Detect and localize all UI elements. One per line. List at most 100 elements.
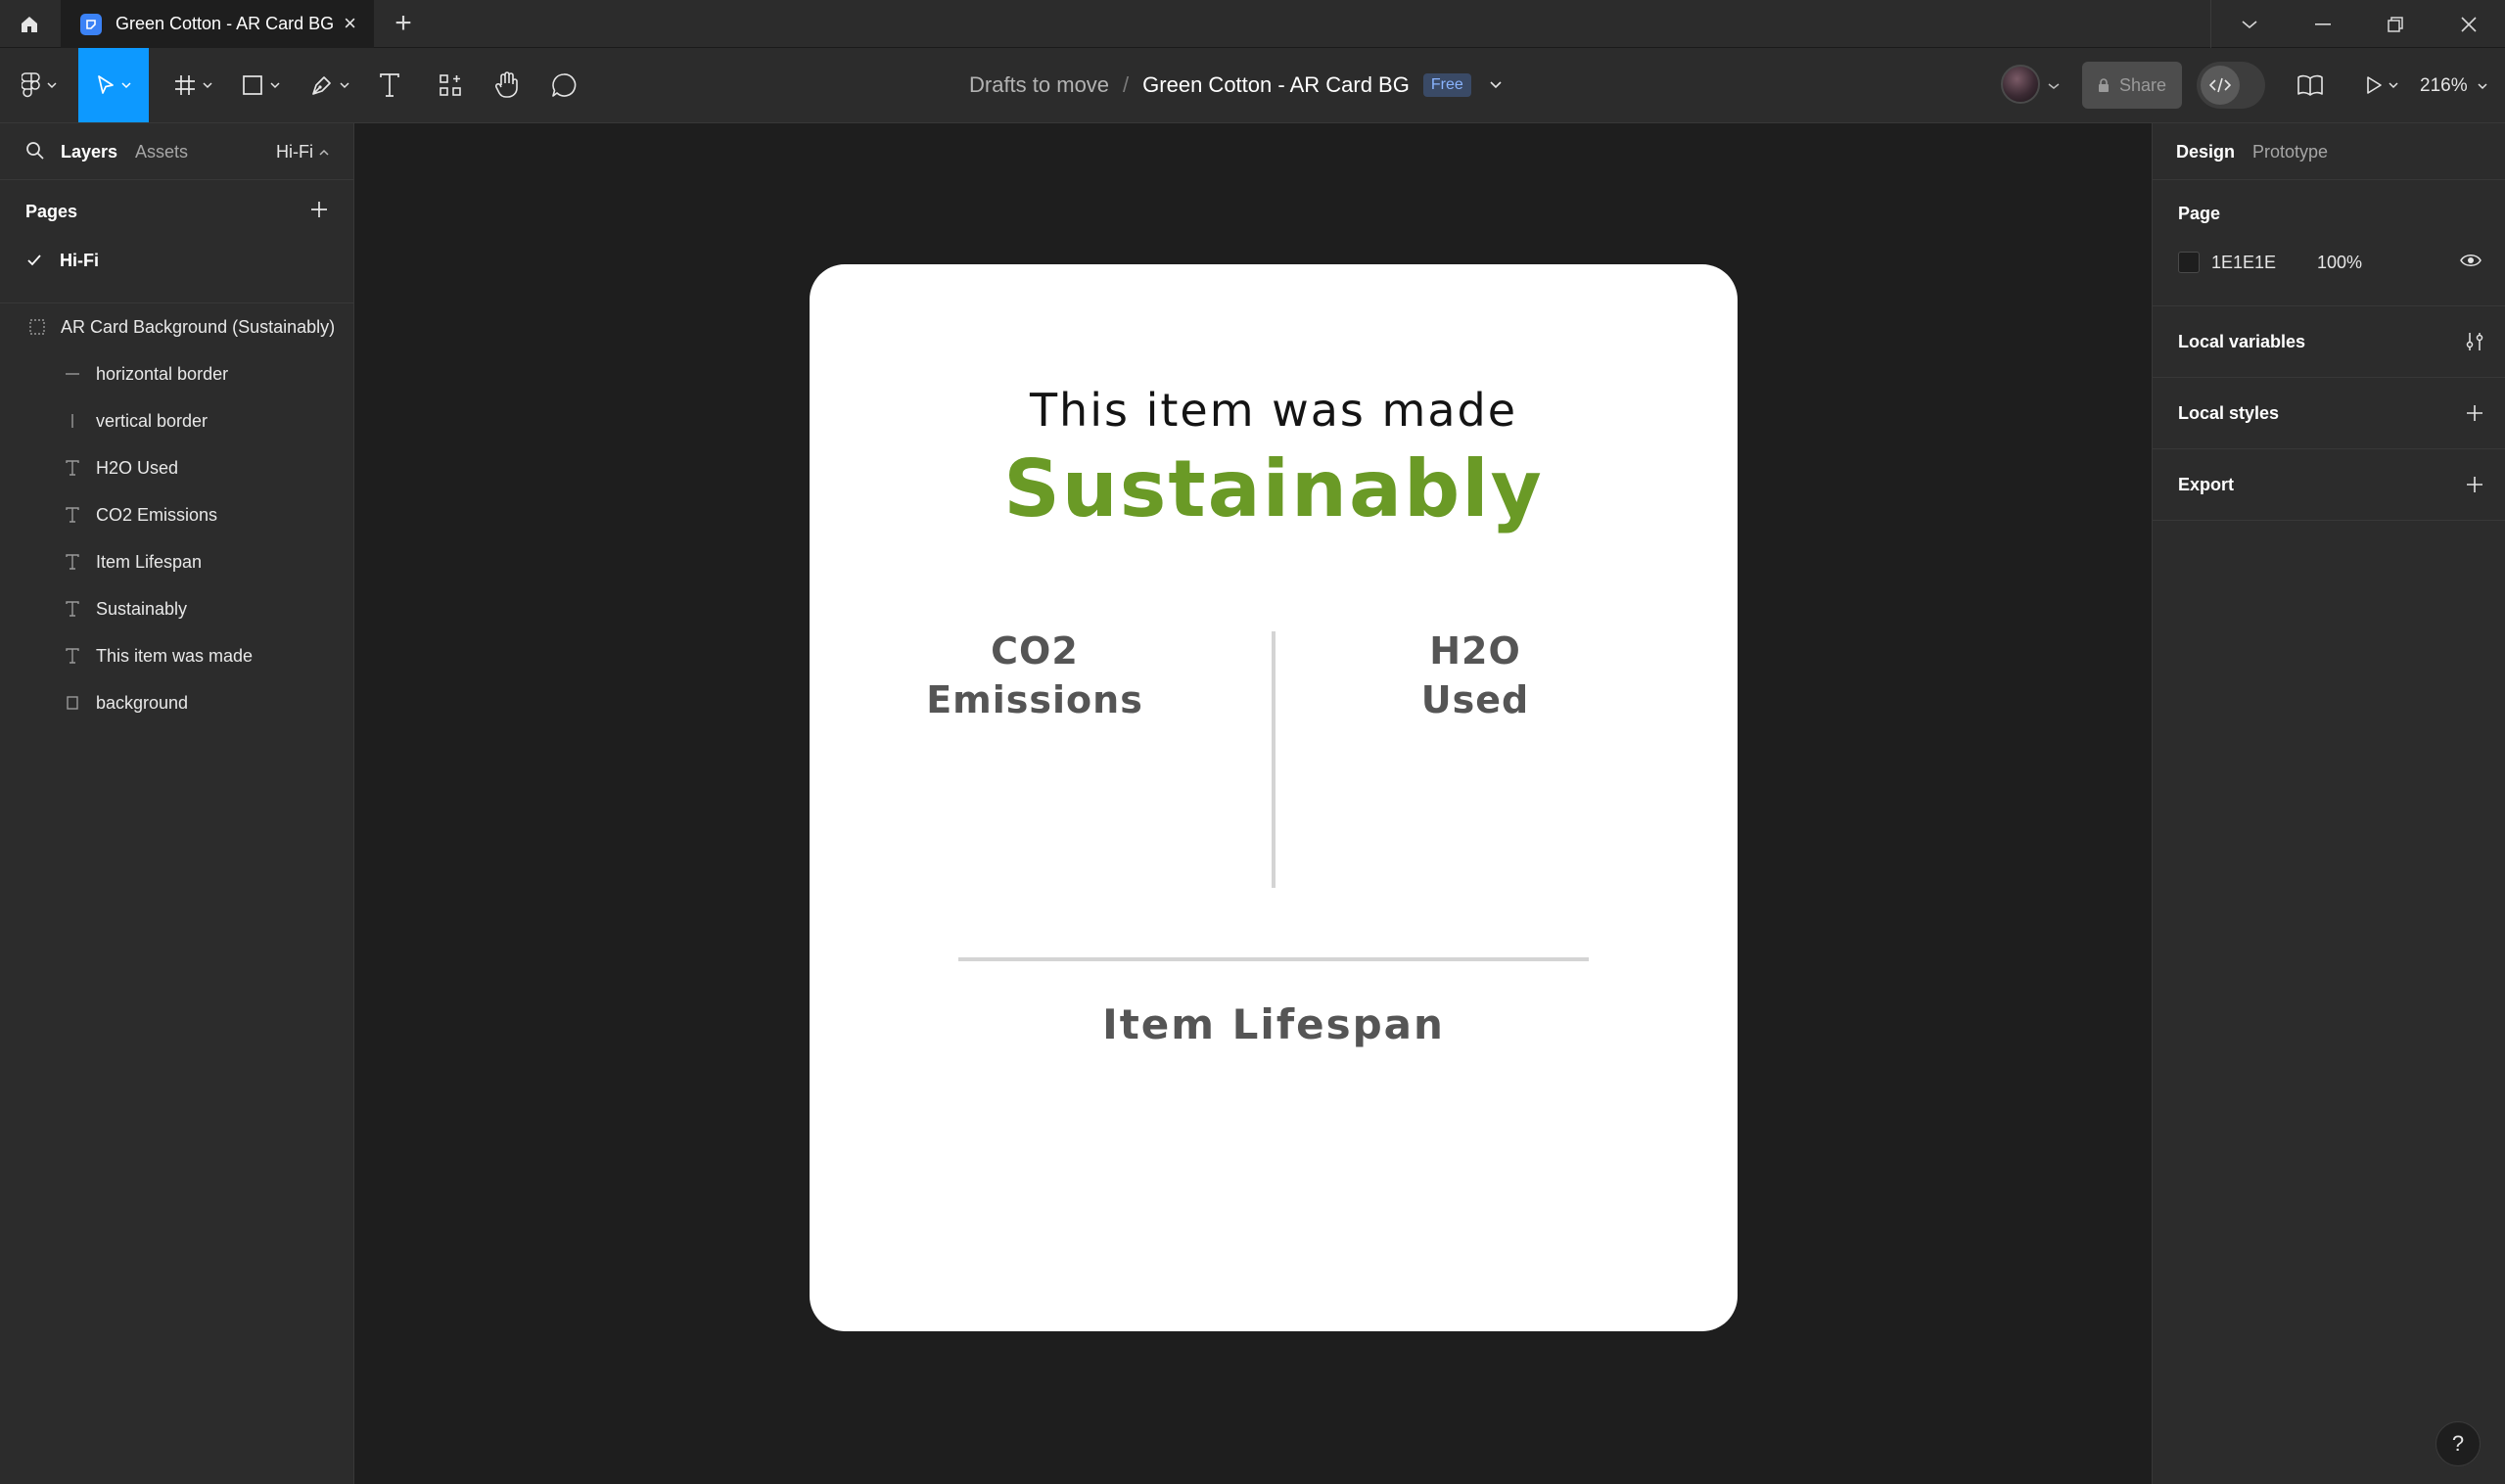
plus-icon[interactable]: [2461, 399, 2488, 427]
export-section[interactable]: Export: [2153, 449, 2505, 521]
chevron-down-icon[interactable]: [2048, 82, 2060, 90]
local-styles-section[interactable]: Local styles: [2153, 378, 2505, 449]
code-icon: [2209, 77, 2231, 93]
minimize-button[interactable]: [2289, 0, 2357, 48]
chevron-down-icon[interactable]: [1489, 80, 1503, 90]
chevron-down-icon: [340, 82, 349, 89]
co2-emissions-text[interactable]: CO2 Emissions: [907, 626, 1162, 724]
lock-icon: [2098, 77, 2109, 92]
tab-close-icon[interactable]: ×: [344, 12, 356, 35]
local-variables-section[interactable]: Local variables: [2153, 306, 2505, 378]
main-menu-button[interactable]: [14, 48, 65, 122]
move-tool[interactable]: [78, 48, 149, 122]
variables-settings-icon[interactable]: [2461, 328, 2488, 355]
ar-card-background-frame[interactable]: This item was made Sustainably CO2 Emiss…: [810, 264, 1738, 1331]
layer-row-horizontal-border[interactable]: horizontal border: [0, 351, 353, 396]
close-window-button[interactable]: [2435, 0, 2503, 48]
chevron-down-icon: [47, 82, 57, 89]
zoom-menu[interactable]: 216%: [2420, 48, 2487, 123]
layer-row-sustainably[interactable]: Sustainably: [0, 586, 353, 631]
zoom-level: 216%: [2420, 74, 2468, 96]
layer-row-this-item-was-made[interactable]: This item was made: [0, 633, 353, 678]
layer-label: H2O Used: [96, 457, 179, 478]
vertical-border[interactable]: [1272, 631, 1276, 888]
heading-text[interactable]: This item was made: [810, 384, 1738, 437]
plan-badge: Free: [1422, 73, 1471, 97]
properties-panel: Design Prototype Page 1E1E1E 100% Local …: [2152, 123, 2505, 1484]
rectangle-icon: [63, 693, 82, 713]
library-button[interactable]: [2291, 48, 2330, 122]
restore-button[interactable]: [2361, 0, 2430, 48]
tab-prototype[interactable]: Prototype: [2252, 142, 2328, 162]
layer-row-item-lifespan[interactable]: Item Lifespan: [0, 539, 353, 584]
home-button[interactable]: [0, 0, 59, 48]
layer-label: horizontal border: [96, 363, 229, 384]
horizontal-border[interactable]: [958, 957, 1589, 961]
frame-tool-icon: [175, 75, 195, 95]
book-icon: [2297, 74, 2323, 96]
file-tab[interactable]: Green Cotton - AR Card BG ×: [61, 0, 374, 48]
figma-menu-icon: [22, 72, 40, 98]
page-color-hex[interactable]: 1E1E1E: [2211, 253, 2276, 273]
co2-line-1: CO2: [991, 629, 1079, 672]
toolbar: Drafts to move / Green Cotton - AR Card …: [0, 48, 2505, 123]
frame-tool[interactable]: [164, 48, 221, 122]
h2o-used-text[interactable]: H2O Used: [1397, 626, 1554, 724]
text-icon: [63, 505, 82, 525]
layer-row-background[interactable]: background: [0, 680, 353, 725]
layer-row-vertical-border[interactable]: vertical border: [0, 398, 353, 443]
title-bar: Green Cotton - AR Card BG × +: [0, 0, 2505, 48]
tab-layers[interactable]: Layers: [61, 142, 117, 162]
layer-row-co2-emissions[interactable]: CO2 Emissions: [0, 492, 353, 537]
layer-label: Sustainably: [96, 598, 188, 619]
left-panel-tabs: Layers Assets Hi-Fi: [0, 123, 353, 180]
share-button[interactable]: Share: [2082, 62, 2182, 109]
new-tab-button[interactable]: +: [388, 7, 419, 39]
text-icon: [63, 552, 82, 572]
layer-row-ar-card-background[interactable]: AR Card Background (Sustainably): [0, 304, 353, 349]
comment-tool-icon: [552, 73, 577, 97]
sustainably-text[interactable]: Sustainably: [810, 443, 1738, 534]
resources-tool[interactable]: [431, 48, 470, 122]
layer-row-h2o-used[interactable]: H2O Used: [0, 445, 353, 490]
page-switcher[interactable]: Hi-Fi: [276, 142, 329, 162]
plus-icon[interactable]: [2461, 471, 2488, 498]
chevron-down-icon: [270, 82, 280, 89]
layers-panel: Layers Assets Hi-Fi Pages Hi-Fi AR Card …: [0, 123, 354, 1484]
tab-list-button[interactable]: [2215, 0, 2284, 48]
design-canvas[interactable]: This item was made Sustainably CO2 Emiss…: [354, 123, 2152, 1484]
eye-icon[interactable]: [2460, 253, 2482, 268]
pages-header: Pages: [25, 202, 78, 221]
shape-tool[interactable]: [233, 48, 288, 122]
text-icon: [63, 599, 82, 619]
page-section-title: Page: [2178, 204, 2221, 223]
text-tool-icon: [380, 73, 399, 97]
minimize-icon: [2315, 23, 2331, 25]
help-button[interactable]: ?: [2435, 1421, 2481, 1466]
page-section: Page 1E1E1E 100%: [2153, 180, 2505, 306]
search-icon[interactable]: [25, 141, 45, 161]
dev-mode-knob: [2201, 66, 2240, 105]
tab-assets[interactable]: Assets: [135, 142, 188, 162]
text-tool[interactable]: [370, 48, 409, 122]
breadcrumb-separator: /: [1123, 72, 1130, 97]
page-item-hi-fi[interactable]: Hi-Fi: [0, 241, 353, 280]
export-title: Export: [2178, 475, 2235, 494]
dev-mode-toggle[interactable]: [2197, 62, 2265, 109]
avatar[interactable]: [2001, 65, 2040, 104]
page-color-opacity[interactable]: 100%: [2317, 253, 2362, 273]
hand-tool[interactable]: [487, 48, 527, 122]
present-button[interactable]: [2357, 48, 2406, 122]
pen-tool-icon: [312, 76, 331, 95]
home-icon: [22, 16, 37, 32]
file-name[interactable]: Green Cotton - AR Card BG: [1142, 72, 1410, 98]
add-page-button[interactable]: [305, 196, 333, 223]
item-lifespan-text[interactable]: Item Lifespan: [810, 1000, 1738, 1048]
pen-tool[interactable]: [302, 48, 358, 122]
page-color-swatch[interactable]: [2178, 252, 2200, 273]
tab-design[interactable]: Design: [2176, 142, 2235, 162]
breadcrumb: Drafts to move / Green Cotton - AR Card …: [969, 48, 1503, 122]
layer-label: Item Lifespan: [96, 551, 203, 572]
breadcrumb-folder[interactable]: Drafts to move: [969, 72, 1109, 98]
comment-tool[interactable]: [544, 48, 583, 122]
